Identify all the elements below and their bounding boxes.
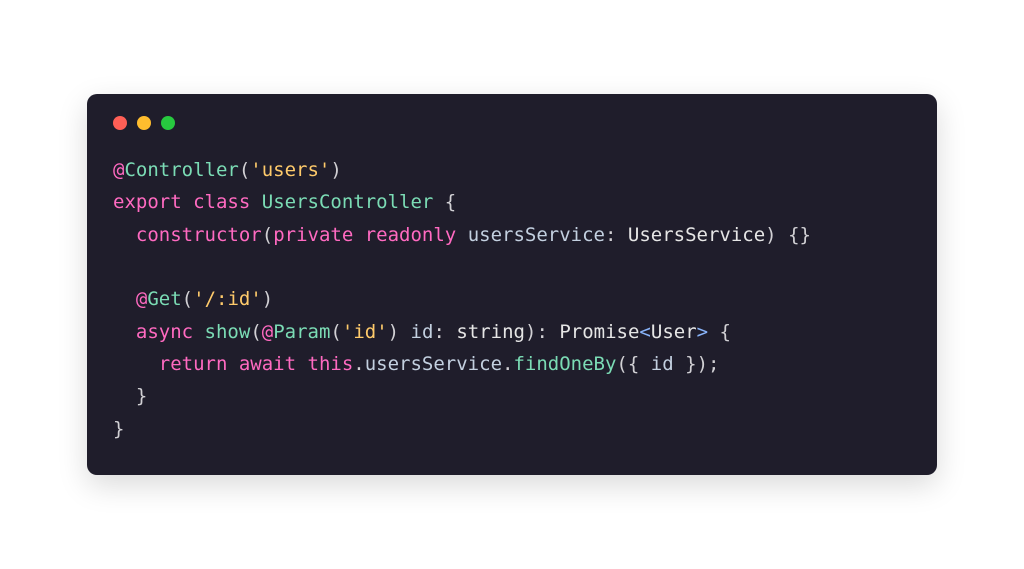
minimize-icon[interactable] xyxy=(137,116,151,130)
constructor-keyword: constructor xyxy=(136,224,262,246)
paren-open: ( xyxy=(250,321,261,343)
indent xyxy=(113,224,136,246)
paren-open: ( xyxy=(616,353,627,375)
code-line-7: return await this.usersService.findOneBy… xyxy=(113,353,719,375)
keyword-private: private xyxy=(273,224,353,246)
indent xyxy=(113,288,136,310)
empty-body: {} xyxy=(788,224,811,246)
param-name: id xyxy=(411,321,434,343)
generic-type: User xyxy=(651,321,697,343)
keyword-export: export xyxy=(113,191,182,213)
zoom-icon[interactable] xyxy=(161,116,175,130)
type-name: UsersService xyxy=(628,224,765,246)
type-name: string xyxy=(456,321,525,343)
keyword-return: return xyxy=(159,353,228,375)
angle-open: < xyxy=(639,321,650,343)
dot: . xyxy=(353,353,364,375)
colon: : xyxy=(605,224,616,246)
decorator-name: Param xyxy=(273,321,330,343)
colon: : xyxy=(536,321,547,343)
brace-close: } xyxy=(136,385,147,407)
shorthand-key: id xyxy=(651,353,674,375)
code-line-9: } xyxy=(113,418,124,440)
keyword-this: this xyxy=(308,353,354,375)
code-window: @Controller('users') export class UsersC… xyxy=(87,94,937,475)
code-line-8: } xyxy=(113,385,147,407)
indent xyxy=(113,385,136,407)
brace-open: { xyxy=(720,321,731,343)
code-block: @Controller('users') export class UsersC… xyxy=(113,154,911,445)
class-name: UsersController xyxy=(262,191,434,213)
semicolon: ; xyxy=(708,353,719,375)
colon: : xyxy=(433,321,444,343)
brace-close: } xyxy=(685,353,696,375)
decorator-name: Controller xyxy=(124,159,238,181)
keyword-await: await xyxy=(239,353,296,375)
paren-open: ( xyxy=(262,224,273,246)
code-line-5: @Get('/:id') xyxy=(113,288,273,310)
brace-open: { xyxy=(445,191,456,213)
string-literal: '/:id' xyxy=(193,288,262,310)
angle-close: > xyxy=(697,321,708,343)
paren-open: ( xyxy=(182,288,193,310)
code-line-3: constructor(private readonly usersServic… xyxy=(113,224,811,246)
method-name: show xyxy=(205,321,251,343)
property: usersService xyxy=(365,353,502,375)
paren-open: ( xyxy=(330,321,341,343)
paren-open: ( xyxy=(239,159,250,181)
method-name: findOneBy xyxy=(513,353,616,375)
paren-close: ) xyxy=(330,159,341,181)
paren-close: ) xyxy=(765,224,776,246)
code-line-6: async show(@Param('id') id: string): Pro… xyxy=(113,321,731,343)
brace-close: } xyxy=(113,418,124,440)
brace-open: { xyxy=(628,353,639,375)
paren-close: ) xyxy=(262,288,273,310)
decorator-at: @ xyxy=(113,159,124,181)
type-name: Promise xyxy=(559,321,639,343)
indent xyxy=(113,321,136,343)
param-name: usersService xyxy=(468,224,605,246)
close-icon[interactable] xyxy=(113,116,127,130)
indent xyxy=(113,353,159,375)
decorator-at: @ xyxy=(136,288,147,310)
paren-close: ) xyxy=(388,321,399,343)
code-line-1: @Controller('users') xyxy=(113,159,342,181)
decorator-name: Get xyxy=(147,288,181,310)
string-literal: 'id' xyxy=(342,321,388,343)
string-literal: 'users' xyxy=(250,159,330,181)
paren-close: ) xyxy=(525,321,536,343)
code-line-2: export class UsersController { xyxy=(113,191,456,213)
keyword-readonly: readonly xyxy=(365,224,457,246)
decorator-at: @ xyxy=(262,321,273,343)
keyword-async: async xyxy=(136,321,193,343)
dot: . xyxy=(502,353,513,375)
paren-close: ) xyxy=(697,353,708,375)
window-controls xyxy=(113,116,911,130)
keyword-class: class xyxy=(193,191,250,213)
